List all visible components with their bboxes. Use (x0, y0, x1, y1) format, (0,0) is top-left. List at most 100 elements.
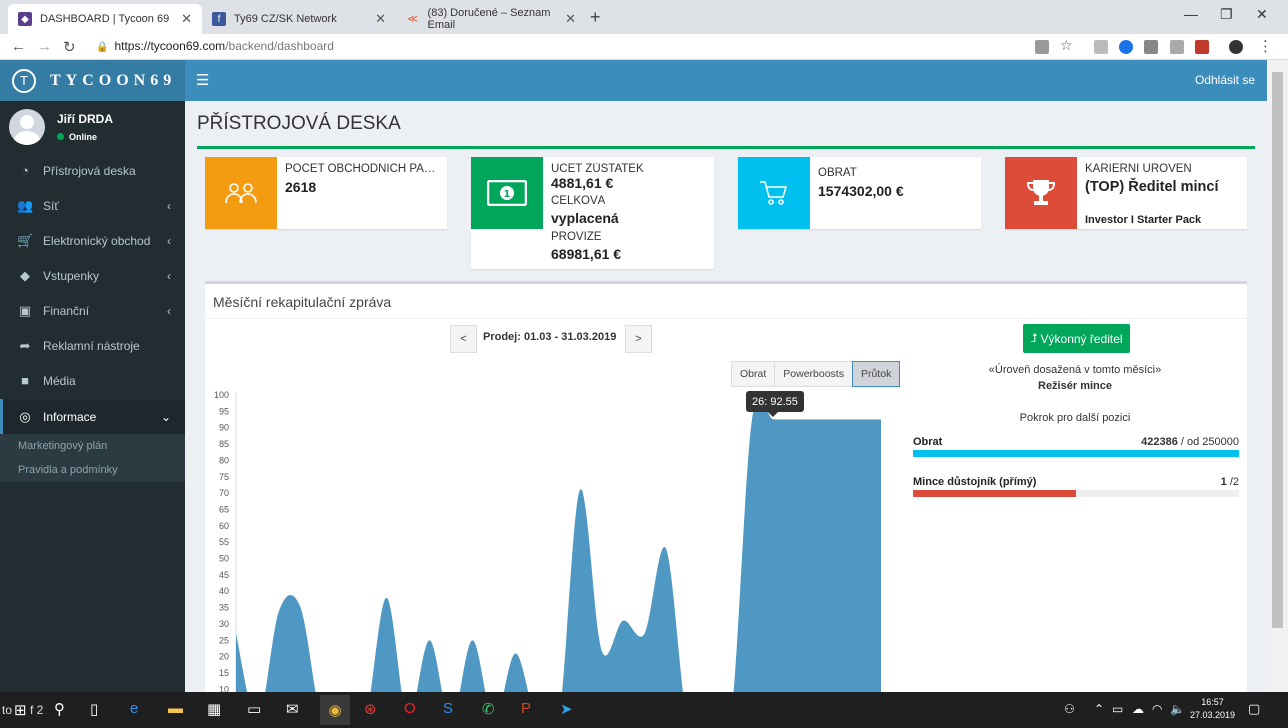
progress-fill (913, 450, 1239, 457)
sidebar-item-dashboard[interactable]: ◔ Přístrojová deska (0, 153, 185, 188)
minimize-icon[interactable]: — (1184, 6, 1198, 22)
wifi-icon[interactable]: ◠ (1152, 702, 1162, 716)
maximize-icon[interactable]: ❐ (1220, 6, 1233, 23)
reload-icon[interactable]: ↻ (63, 38, 76, 56)
browser-tab-dashboard[interactable]: ◆ DASHBOARD | Tycoon 69 ✕ (8, 4, 202, 34)
submenu-item-terms[interactable]: Pravidla a podmínky (18, 464, 118, 476)
infobox-value-commission: 68981,61 € (551, 246, 622, 262)
mail-icon[interactable]: ✉ (286, 700, 299, 718)
sidebar-item-network[interactable]: 👥 Síť ‹ (0, 188, 185, 223)
volume-icon[interactable]: 🔈 (1170, 702, 1185, 716)
back-arrow-icon[interactable]: ← (11, 38, 26, 55)
users-icon: 👥 (17, 197, 34, 213)
y-tick-label: 30 (219, 619, 229, 629)
people-icon[interactable]: ⚇ (1064, 702, 1075, 716)
file-explorer-icon[interactable]: ▬ (168, 700, 183, 717)
close-tab-icon[interactable]: ✕ (375, 11, 386, 27)
submenu-item-marketing-plan[interactable]: Marketingový plán (18, 440, 107, 452)
progress-bar-officer (913, 490, 1239, 497)
extension-icon[interactable] (1119, 40, 1133, 54)
sidebar-item-media[interactable]: ■ Média (0, 363, 185, 398)
search-icon[interactable]: ⚲ (54, 700, 65, 718)
notifications-icon[interactable]: ▢ (1248, 701, 1260, 717)
top-navbar: ☰ Odhlásit se (185, 60, 1267, 101)
taskbar-clock[interactable]: 16:57 27.03.2019 (1190, 696, 1235, 722)
antivirus-icon[interactable]: ⊛ (364, 700, 377, 718)
close-window-icon[interactable]: ✕ (1256, 6, 1268, 23)
video-icon: ■ (21, 373, 29, 388)
browser-tab-seznam[interactable]: ≪ (83) Doručené – Seznam Email ✕ (396, 4, 586, 34)
infobox-label: POČET OBCHODNÍCH PARTNERŮ (285, 163, 443, 175)
browser-menu-icon[interactable]: ⋮ (1258, 37, 1273, 55)
browser-tab-bar: ◆ DASHBOARD | Tycoon 69 ✕ f Ty69 CZ/SK N… (0, 0, 1288, 34)
lifebuoy-icon: ◎ (19, 408, 31, 424)
button-label: Výkonný ředitel (1040, 331, 1123, 346)
translate-icon[interactable] (1035, 40, 1049, 54)
user-status-text: Online (69, 132, 98, 142)
powerpoint-icon[interactable]: P (521, 700, 531, 717)
sidebar-item-ad-tools[interactable]: ➦ Reklamní nástroje (0, 328, 185, 363)
flow-area-series[interactable] (236, 397, 881, 692)
hamburger-menu-icon[interactable]: ☰ (196, 71, 209, 89)
prev-period-button[interactable]: < (450, 325, 477, 353)
lock-icon: 🔒 (96, 42, 109, 53)
progress-target: / od 250000 (1177, 436, 1239, 448)
telegram-icon[interactable]: ➤ (560, 700, 573, 718)
arrow-up-icon: ⮥ (1030, 331, 1038, 345)
browser-tab-facebook[interactable]: f Ty69 CZ/SK Network ✕ (202, 4, 396, 34)
next-period-button[interactable]: > (625, 325, 652, 353)
url-field[interactable]: 🔒 https://tycoon69.com/backend/dashboard (96, 39, 334, 53)
address-bar: ← → ↻ 🔒 https://tycoon69.com/backend/dash… (0, 34, 1288, 60)
task-view-icon[interactable]: ▯ (90, 700, 98, 718)
logout-link[interactable]: Odhlásit se (1195, 73, 1255, 87)
toggle-flow-button[interactable]: Průtok (851, 361, 901, 387)
y-tick-label: 95 (219, 406, 229, 416)
tray-chevron-icon[interactable]: ⌃ (1094, 702, 1104, 716)
app-logo[interactable]: T TYCOON69 (0, 60, 185, 101)
store-icon[interactable]: ▦ (207, 700, 221, 718)
sidebar-item-eshop[interactable]: 🛒 Elektronický obchod ‹ (0, 223, 185, 258)
toggle-powerboosts-button[interactable]: Powerboosts (774, 361, 853, 387)
whatsapp-icon[interactable]: ✆ (482, 700, 495, 718)
windows-start-icon[interactable]: ⊞ (14, 701, 27, 719)
infobox-value: (TOP) Ředitel mincí (1085, 179, 1219, 195)
profile-avatar-icon[interactable] (1229, 40, 1243, 54)
user-status: Online (57, 132, 97, 142)
extension-icon[interactable] (1170, 40, 1184, 54)
toggle-turnover-button[interactable]: Obrat (731, 361, 776, 387)
y-tick-label: 50 (219, 554, 229, 564)
sidebar-item-info[interactable]: ◎ Informace ⌄ (0, 399, 185, 434)
tab-title: (83) Doručené – Seznam Email (427, 7, 551, 31)
extension-icon[interactable] (1144, 40, 1158, 54)
forward-arrow-icon[interactable]: → (37, 38, 52, 55)
y-tick-label: 80 (219, 455, 229, 465)
extension-icon[interactable] (1094, 40, 1108, 54)
sidebar-item-tickets[interactable]: ◆ Vstupenky ‹ (0, 258, 185, 293)
skype-icon[interactable]: S (443, 700, 453, 717)
new-tab-icon[interactable]: + (590, 7, 601, 28)
executive-director-button[interactable]: ⮥ Výkonný ředitel (1023, 324, 1130, 353)
report-title: Měsíční rekapitulační zpráva (213, 294, 392, 310)
pdf-extension-icon[interactable] (1195, 40, 1209, 54)
chrome-icon[interactable]: ◉ (320, 695, 350, 725)
scrollbar-thumb[interactable] (1272, 72, 1283, 628)
y-tick-label: 35 (219, 603, 229, 613)
progress-bar-turnover (913, 450, 1239, 457)
progress-value-turnover: 422386 / od 250000 (1141, 436, 1239, 448)
close-tab-icon[interactable]: ✕ (565, 11, 576, 27)
infobox-balance: 1 ÚČET ZŮSTATEK 4881,61 € CELKOVÁ vyplac… (471, 157, 714, 269)
url-path: /backend/dashboard (225, 39, 334, 53)
flow-area-chart: 5101520253035404550556065707580859095100 (214, 390, 881, 692)
edge-icon[interactable]: e (130, 700, 138, 717)
close-tab-icon[interactable]: ✕ (181, 11, 192, 27)
opera-icon[interactable]: O (404, 700, 416, 717)
cloud-icon[interactable]: ☁ (1132, 702, 1144, 716)
share-icon: ➦ (19, 337, 31, 353)
trophy-icon (1005, 157, 1077, 229)
document-icon[interactable]: ▭ (247, 700, 261, 718)
y-tick-label: 90 (219, 423, 229, 433)
bookmark-star-icon[interactable]: ☆ (1060, 37, 1073, 54)
battery-icon[interactable]: ▭ (1112, 702, 1123, 716)
page-scrollbar[interactable] (1267, 60, 1288, 692)
sidebar-item-finance[interactable]: ▣ Finanční ‹ (0, 293, 185, 328)
